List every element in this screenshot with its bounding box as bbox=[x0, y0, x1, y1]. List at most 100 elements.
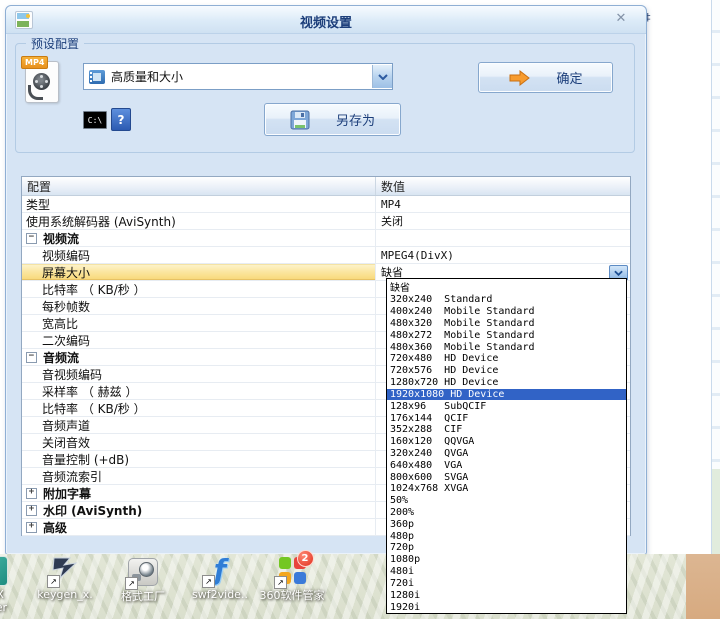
dropdown-item[interactable]: 480x272 Mobile Standard bbox=[387, 329, 626, 341]
close-icon[interactable]: ✕ bbox=[612, 11, 630, 27]
save-as-button-label: 另存为 bbox=[336, 110, 375, 129]
config-cell[interactable]: 音量控制 (+dB) bbox=[22, 451, 376, 467]
dropdown-item[interactable]: 720i bbox=[387, 578, 626, 590]
config-cell[interactable]: 每秒帧数 bbox=[22, 298, 376, 314]
config-cell[interactable]: 视频编码 bbox=[22, 247, 376, 263]
config-label: 每秒帧数 bbox=[42, 298, 90, 314]
dropdown-item[interactable]: 352x288 CIF bbox=[387, 424, 626, 436]
table-row[interactable]: 类型MP4 bbox=[22, 196, 630, 213]
dropdown-item[interactable]: 160x120 QQVGA bbox=[387, 436, 626, 448]
config-label: 关闭音效 bbox=[42, 434, 90, 450]
config-cell[interactable]: 比特率 （ KB/秒 ） bbox=[22, 400, 376, 416]
shortcut-arrow-icon: ↗ bbox=[202, 575, 215, 588]
dropdown-item[interactable]: 50% bbox=[387, 495, 626, 507]
preset-combobox[interactable]: 高质量和大小 bbox=[83, 63, 393, 90]
config-label: 采样率 （ 赫兹 ） bbox=[42, 383, 137, 399]
config-cell[interactable]: + 附加字幕 bbox=[22, 485, 376, 501]
config-label: 附加字幕 bbox=[43, 485, 91, 501]
dropdown-item[interactable]: 480x360 Mobile Standard bbox=[387, 341, 626, 353]
title-bar[interactable]: 视频设置 ✕ bbox=[6, 6, 646, 34]
expand-icon[interactable]: + bbox=[26, 522, 37, 533]
dropdown-item[interactable]: 1280i bbox=[387, 589, 626, 601]
config-cell[interactable]: 二次编码 bbox=[22, 332, 376, 348]
dropdown-item[interactable]: 1280x720 HD Device bbox=[387, 377, 626, 389]
dropdown-item[interactable]: 800x600 SVGA bbox=[387, 471, 626, 483]
column-header-config[interactable]: 配置 bbox=[22, 177, 376, 195]
config-label: 二次编码 bbox=[42, 332, 90, 348]
value-cell[interactable]: 关闭 bbox=[376, 213, 630, 229]
desktop-icon-keygen[interactable]: ↗ keygen_x. bbox=[29, 556, 101, 601]
config-label: 高级 bbox=[43, 519, 67, 535]
dropdown-item[interactable]: 200% bbox=[387, 507, 626, 519]
preset-groupbox: 预设配置 bbox=[15, 43, 635, 153]
dropdown-item[interactable]: 1080p bbox=[387, 554, 626, 566]
value-cell[interactable]: MPEG4(DivX) bbox=[376, 247, 630, 263]
expand-icon[interactable]: + bbox=[26, 488, 37, 499]
floppy-disk-icon bbox=[290, 110, 310, 130]
dropdown-item[interactable]: 480x320 Mobile Standard bbox=[387, 318, 626, 330]
config-cell[interactable]: 音频流索引 bbox=[22, 468, 376, 484]
command-line-button[interactable]: C:\ bbox=[83, 111, 107, 129]
save-as-button[interactable]: 另存为 bbox=[264, 103, 401, 136]
config-cell[interactable]: −视频流 bbox=[22, 230, 376, 246]
dropdown-item[interactable]: 1920i bbox=[387, 601, 626, 613]
table-row[interactable]: −视频流 bbox=[22, 230, 630, 247]
config-cell[interactable]: −音频流 bbox=[22, 349, 376, 365]
preset-groupbox-label: 预设配置 bbox=[26, 35, 84, 52]
help-button[interactable]: ? bbox=[111, 108, 131, 131]
expand-icon[interactable]: + bbox=[26, 505, 37, 516]
column-header-value[interactable]: 数值 bbox=[376, 178, 630, 195]
config-cell[interactable]: 音视频编码 bbox=[22, 366, 376, 382]
dropdown-item[interactable]: 640x480 VGA bbox=[387, 459, 626, 471]
config-label: 音频流 bbox=[43, 349, 79, 365]
chevron-down-icon[interactable] bbox=[372, 65, 392, 88]
dropdown-item[interactable]: 320x240 QVGA bbox=[387, 448, 626, 460]
config-cell[interactable]: 关闭音效 bbox=[22, 434, 376, 450]
shortcut-arrow-icon: ↗ bbox=[125, 577, 138, 590]
value-cell[interactable]: MP4 bbox=[376, 196, 630, 212]
ok-button[interactable]: 确定 bbox=[478, 62, 613, 93]
config-label: 宽高比 bbox=[42, 315, 78, 331]
config-label: 屏幕大小 bbox=[42, 264, 90, 280]
desktop-icon-360-manager[interactable]: 2 ↗ 360软件管家 bbox=[256, 556, 328, 602]
config-cell[interactable]: 比特率 （ KB/秒 ） bbox=[22, 281, 376, 297]
value-cell[interactable] bbox=[376, 230, 630, 246]
dropdown-item[interactable]: 480i bbox=[387, 566, 626, 578]
preset-combobox-value: 高质量和大小 bbox=[111, 68, 372, 85]
config-cell[interactable]: 屏幕大小 bbox=[22, 264, 376, 280]
dropdown-list[interactable]: 缺省320x240 Standard400x240 Mobile Standar… bbox=[386, 278, 627, 614]
config-cell[interactable]: 类型 bbox=[22, 196, 376, 212]
dropdown-item[interactable]: 720p bbox=[387, 542, 626, 554]
dropdown-item[interactable]: 1024x768 XVGA bbox=[387, 483, 626, 495]
dropdown-item[interactable]: 720x576 HD Device bbox=[387, 365, 626, 377]
dropdown-item[interactable]: 480p bbox=[387, 530, 626, 542]
config-cell[interactable]: 宽高比 bbox=[22, 315, 376, 331]
collapse-icon[interactable]: − bbox=[26, 352, 37, 363]
desktop-icon-label: swf2vide.. bbox=[184, 588, 256, 601]
config-label: 音频流索引 bbox=[42, 468, 102, 484]
dropdown-item[interactable]: 176x144 QCIF bbox=[387, 412, 626, 424]
dropdown-item[interactable]: 1920x1080 HD Device bbox=[387, 389, 626, 401]
dropdown-item[interactable]: 400x240 Mobile Standard bbox=[387, 306, 626, 318]
desktop-icon-format-factory[interactable]: ↗ 格式工厂 bbox=[107, 556, 179, 603]
fx-app-icon bbox=[0, 556, 8, 586]
config-cell[interactable]: 采样率 （ 赫兹 ） bbox=[22, 383, 376, 399]
config-cell[interactable]: 音频声道 bbox=[22, 417, 376, 433]
config-cell[interactable]: 使用系统解码器 (AviSynth) bbox=[22, 213, 376, 229]
dropdown-item[interactable]: 320x240 Standard bbox=[387, 294, 626, 306]
config-cell[interactable]: + 高级 bbox=[22, 519, 376, 535]
desktop-icon-label: FX bbox=[0, 588, 28, 601]
dropdown-item[interactable]: 缺省 bbox=[387, 279, 626, 294]
config-label: 音视频编码 bbox=[42, 366, 102, 382]
dropdown-item[interactable]: 128x96 SubQCIF bbox=[387, 400, 626, 412]
dropdown-item[interactable]: 720x480 HD Device bbox=[387, 353, 626, 365]
config-label: 音频声道 bbox=[42, 417, 90, 433]
table-row[interactable]: 视频编码MPEG4(DivX) bbox=[22, 247, 630, 264]
desktop-icon-swf2video[interactable]: ƒ ↗ swf2vide.. bbox=[184, 556, 256, 601]
collapse-icon[interactable]: − bbox=[26, 233, 37, 244]
dropdown-item[interactable]: 360p bbox=[387, 518, 626, 530]
notification-badge: 2 bbox=[297, 550, 314, 567]
desktop-icon-fx[interactable]: FX zer bbox=[0, 556, 28, 614]
table-row[interactable]: 使用系统解码器 (AviSynth)关闭 bbox=[22, 213, 630, 230]
config-cell[interactable]: +水印 (AviSynth) bbox=[22, 502, 376, 518]
